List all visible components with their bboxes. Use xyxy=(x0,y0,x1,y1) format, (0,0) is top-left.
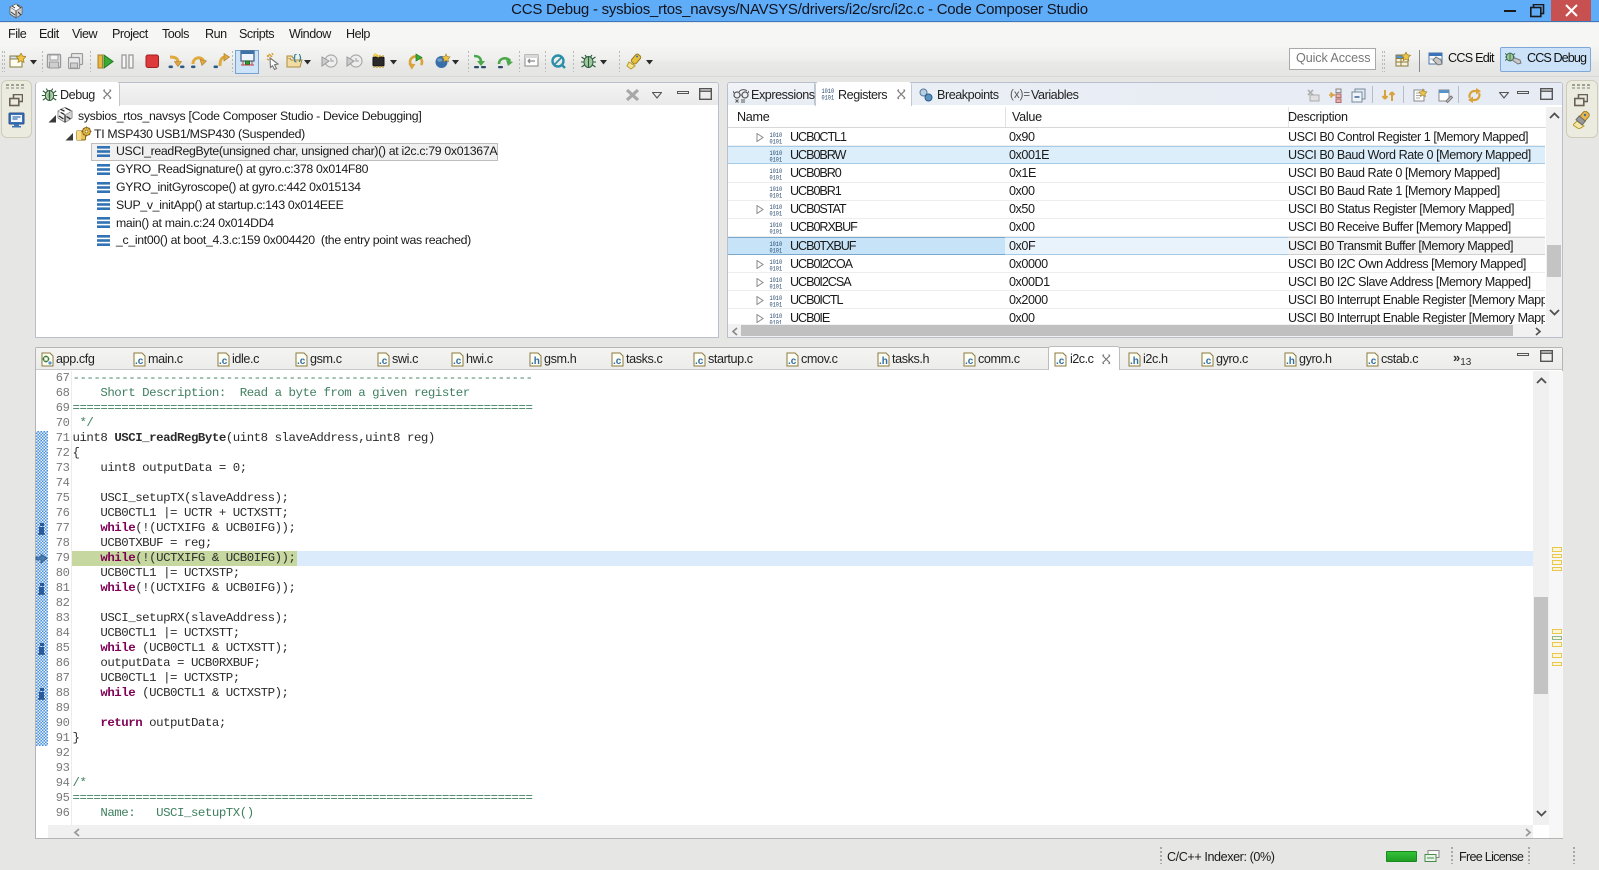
svg-text:.c: .c xyxy=(965,356,974,367)
svg-text:0101: 0101 xyxy=(770,229,783,235)
svg-text:0101: 0101 xyxy=(770,157,783,163)
svg-text:0101: 0101 xyxy=(770,301,783,307)
svg-text:.c: .c xyxy=(1368,356,1377,367)
svg-text:.c: .c xyxy=(297,356,306,367)
svg-text:.c: .c xyxy=(1056,356,1065,367)
svg-text:.c: .c xyxy=(1203,356,1212,367)
svg-text:.c: .c xyxy=(219,356,228,367)
svg-text:.c: .c xyxy=(379,356,388,367)
svg-text:.c: .c xyxy=(453,356,462,367)
svg-text:0101: 0101 xyxy=(770,283,783,289)
svg-text:.c: .c xyxy=(135,356,144,367)
svg-text:0101: 0101 xyxy=(770,211,783,217)
svg-text:.h: .h xyxy=(879,356,888,367)
svg-text:0101: 0101 xyxy=(822,95,835,101)
svg-text:.c: .c xyxy=(613,356,622,367)
svg-text:.h: .h xyxy=(531,356,540,367)
svg-text:0101: 0101 xyxy=(770,247,783,253)
svg-text:0101: 0101 xyxy=(770,265,783,271)
svg-text:.c: .c xyxy=(788,356,797,367)
svg-text:0101: 0101 xyxy=(770,175,783,181)
svg-text:{): {) xyxy=(292,54,303,64)
svg-text:0101: 0101 xyxy=(770,193,783,199)
svg-text:.h: .h xyxy=(1286,356,1295,367)
svg-text:.h: .h xyxy=(1130,356,1139,367)
svg-text:.c: .c xyxy=(695,356,704,367)
svg-text:0101: 0101 xyxy=(770,138,783,144)
